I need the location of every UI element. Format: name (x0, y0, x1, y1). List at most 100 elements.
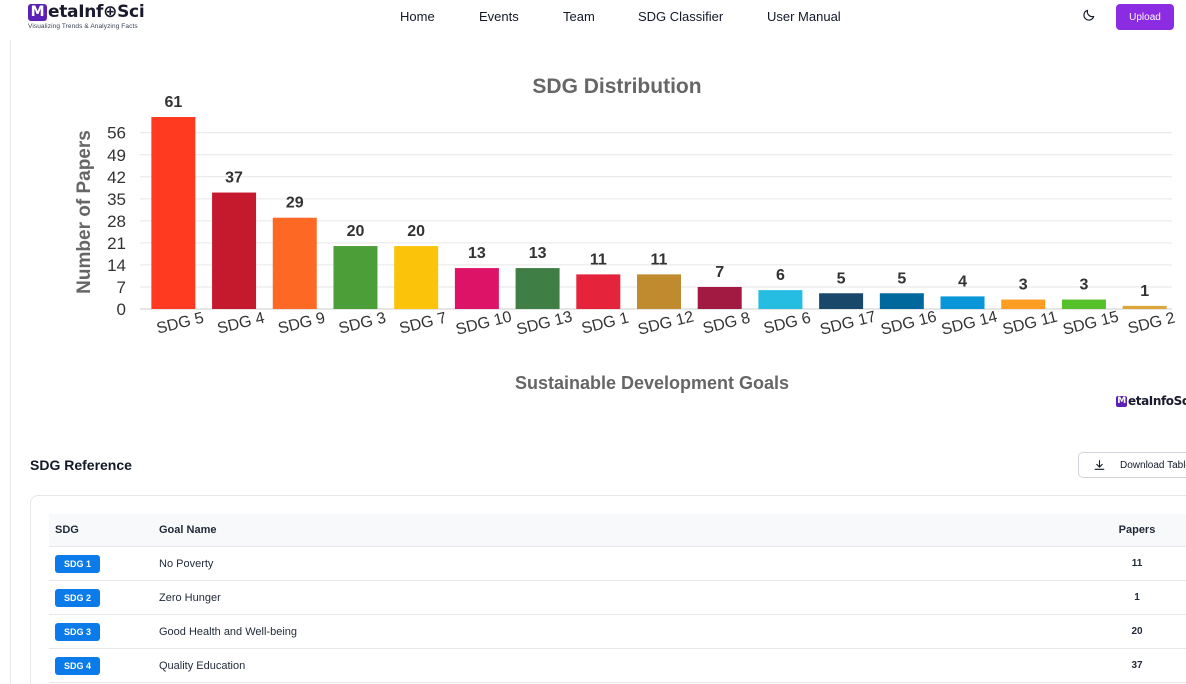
bar-sdg-3[interactable] (333, 246, 378, 309)
x-tick-label: SDG 15 (1061, 308, 1120, 338)
nav-home[interactable]: Home (400, 9, 435, 24)
bar-sdg-16[interactable] (879, 293, 924, 309)
x-tick-label: SDG 17 (818, 308, 877, 338)
x-tick-label: SDG 7 (398, 310, 449, 338)
download-table-button[interactable]: Download Table (1078, 452, 1186, 478)
bar-value-label: 1 (1140, 283, 1149, 300)
chart-y-axis-label: Number of Papers (74, 130, 95, 294)
y-tick-label: 56 (107, 124, 126, 143)
download-icon (1094, 459, 1105, 470)
column-header-goal-name[interactable]: Goal Name (159, 514, 216, 546)
x-tick-label: SDG 5 (155, 310, 206, 338)
watermark-text: etaInfoSci (1128, 394, 1186, 408)
table-row[interactable]: SDG 2 Zero Hunger 1 (49, 581, 1186, 615)
table-row[interactable]: SDG 3 Good Health and Well-being 20 (49, 615, 1186, 649)
sdg-badge: SDG 3 (55, 622, 101, 641)
x-tick-label: SDG 2 (1126, 310, 1177, 338)
bar-value-label: 13 (468, 245, 486, 262)
x-tick-label: SDG 13 (515, 308, 574, 338)
y-tick-label: 49 (107, 146, 126, 165)
x-tick-label: SDG 4 (216, 310, 267, 338)
chart-x-ticks: SDG 5 SDG 4 SDG 9 SDG 3 SDG 7 SDG 10 SDG 13 SDG… (155, 308, 1177, 338)
sdg-badge: SDG 1 (55, 554, 101, 573)
x-tick-label: SDG 6 (762, 310, 813, 338)
table-row[interactable]: SDG 1 No Poverty 11 (49, 547, 1186, 581)
goal-name-cell: Good Health and Well-being (159, 625, 297, 638)
bar-value-label: 3 (1019, 277, 1028, 294)
goal-name-cell: No Poverty (159, 557, 214, 570)
bar-sdg-14[interactable] (940, 296, 985, 309)
sdg-reference-title: SDG Reference (30, 457, 132, 473)
bar-value-label: 3 (1079, 277, 1088, 294)
watermark-m-mark: M (1116, 395, 1127, 407)
bar-sdg-9[interactable] (272, 217, 317, 309)
bar-sdg-7[interactable] (394, 246, 439, 309)
sdg-badge: SDG 4 (55, 656, 101, 675)
bar-sdg-12[interactable] (637, 274, 681, 309)
bar-sdg-2[interactable] (1122, 305, 1167, 309)
upload-button[interactable]: Upload (1116, 4, 1174, 30)
bar-sdg-17[interactable] (819, 293, 864, 309)
y-tick-label: 35 (107, 190, 126, 209)
papers-count-cell: 1 (1134, 592, 1140, 603)
nav-events[interactable]: Events (479, 9, 519, 24)
chart-canvas: SDG Distribution Number of Papers Sustai… (74, 75, 1177, 393)
sdg-badge: SDG 2 (55, 588, 101, 607)
bar-sdg-15[interactable] (1061, 299, 1106, 309)
bar-sdg-1[interactable] (576, 274, 621, 309)
x-tick-label: SDG 3 (337, 310, 388, 338)
bar-value-label: 29 (286, 195, 304, 212)
bar-value-label: 5 (897, 270, 906, 287)
x-tick-label: SDG 10 (454, 308, 513, 338)
bar-value-label: 11 (651, 251, 668, 268)
chart-bars (151, 117, 1167, 309)
nav-team[interactable]: Team (563, 9, 595, 24)
table-row[interactable]: SDG 4 Quality Education 37 (49, 649, 1186, 683)
top-navbar: MetaInf⊕Sci Visualizing Trends & Analyzi… (0, 0, 1186, 36)
y-tick-label: 7 (117, 278, 126, 297)
bar-value-label: 5 (837, 270, 846, 287)
bar-value-label: 61 (164, 94, 182, 111)
bar-value-label: 13 (529, 245, 547, 262)
bar-sdg-13[interactable] (515, 268, 560, 309)
download-table-label: Download Table (1120, 459, 1186, 471)
bar-value-label: 6 (776, 267, 785, 284)
theme-toggle-button[interactable] (1082, 8, 1098, 24)
chart-y-ticks: 0 7 14 21 28 35 42 49 56 (107, 124, 126, 319)
x-tick-label: SDG 12 (636, 308, 695, 338)
x-tick-label: SDG 16 (879, 308, 938, 338)
main-nav: Home Events Team SDG Classifier User Man… (0, 0, 1186, 34)
y-tick-label: 21 (107, 234, 126, 253)
papers-count-cell: 37 (1131, 660, 1143, 671)
y-tick-label: 0 (117, 300, 126, 319)
x-tick-label: SDG 11 (1001, 309, 1059, 339)
bar-value-label: 7 (715, 264, 724, 281)
y-tick-label: 28 (107, 212, 126, 231)
table-header-row: SDG Goal Name Papers (49, 514, 1186, 547)
chart-x-axis-label: Sustainable Development Goals (515, 373, 789, 393)
bar-sdg-6[interactable] (758, 290, 803, 309)
bar-sdg-8[interactable] (697, 286, 742, 309)
bar-value-label: 20 (347, 223, 365, 240)
bar-value-label: 37 (225, 170, 243, 187)
papers-count-cell: 11 (1131, 558, 1143, 569)
moon-icon (1083, 9, 1095, 21)
column-header-papers[interactable]: Papers (1117, 514, 1157, 546)
x-tick-label: SDG 1 (580, 310, 631, 338)
chart-watermark: MetaInfoSci (1116, 394, 1186, 408)
column-header-sdg[interactable]: SDG (55, 514, 79, 546)
bar-sdg-11[interactable] (1001, 299, 1046, 309)
bar-value-label: 4 (958, 273, 967, 290)
sdg-distribution-chart: SDG Distribution Number of Papers Sustai… (0, 60, 1186, 420)
goal-name-cell: Zero Hunger (159, 591, 221, 604)
bar-sdg-4[interactable] (212, 192, 257, 309)
x-tick-label: SDG 8 (701, 310, 752, 338)
x-tick-label: SDG 9 (276, 310, 327, 338)
goal-name-cell: Quality Education (159, 659, 246, 672)
papers-count-cell: 20 (1131, 626, 1143, 637)
bar-sdg-5[interactable] (151, 117, 196, 309)
nav-user-manual[interactable]: User Manual (767, 9, 841, 24)
bar-sdg-10[interactable] (454, 268, 499, 309)
bar-value-label: 20 (407, 223, 425, 240)
nav-sdg-classifier[interactable]: SDG Classifier (638, 9, 723, 24)
